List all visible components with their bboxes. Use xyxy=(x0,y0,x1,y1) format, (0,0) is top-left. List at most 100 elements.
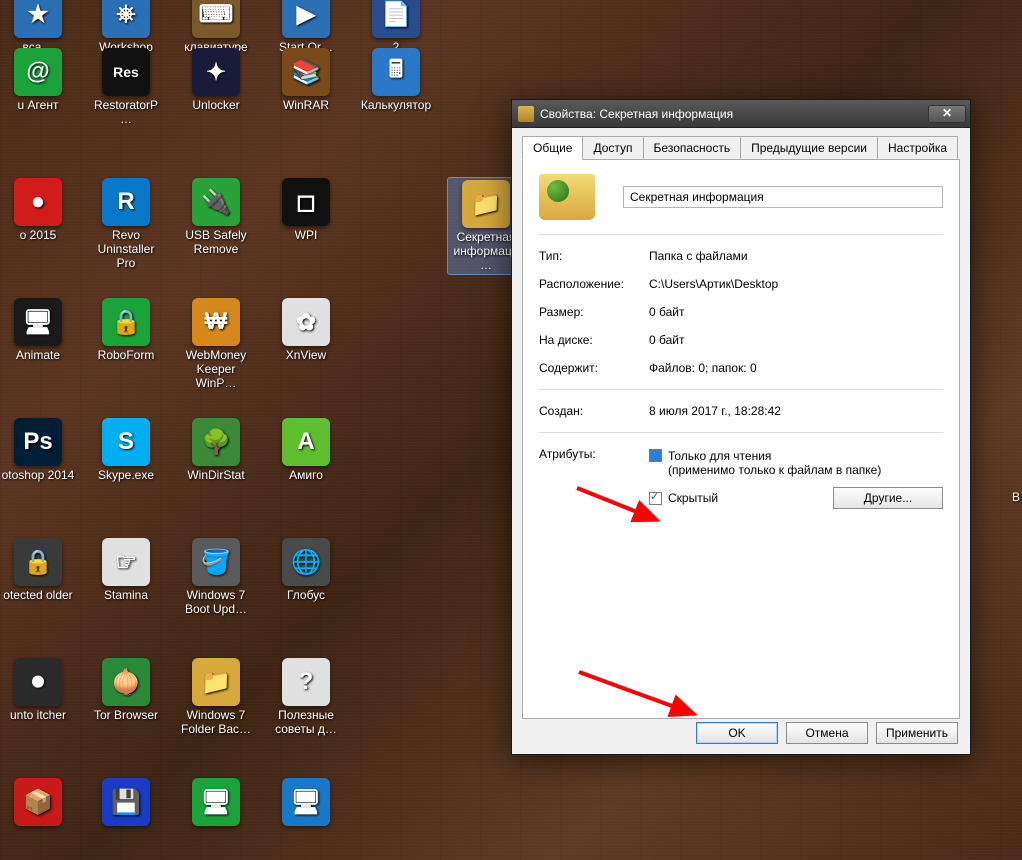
app-icon: ☞ xyxy=(102,538,150,586)
desktop-icon[interactable]: 📚WinRAR xyxy=(268,48,344,113)
label-contains: Содержит: xyxy=(539,361,649,375)
tab-strip: ОбщиеДоступБезопасностьПредыдущие версии… xyxy=(522,136,960,160)
label-location: Расположение: xyxy=(539,277,649,291)
app-icon: ★ xyxy=(14,0,62,38)
tab-4[interactable]: Настройка xyxy=(877,136,958,160)
desktop-icon[interactable]: ✿XnView xyxy=(268,298,344,363)
app-icon: ◻ xyxy=(282,178,330,226)
desktop-icon-label: Глобус xyxy=(268,589,344,603)
value-created: 8 июля 2017 г., 18:28:42 xyxy=(649,404,943,418)
folder-large-icon xyxy=(539,174,595,220)
desktop-icon[interactable]: ◻ WPI xyxy=(268,178,344,243)
desktop-icon[interactable]: AАмиго xyxy=(268,418,344,483)
app-icon: ⎈ xyxy=(102,0,150,38)
desktop-icon[interactable]: 📄2 xyxy=(358,0,434,55)
desktop-icon[interactable]: ●o 2015 xyxy=(0,178,76,243)
desktop-icon[interactable]: 📦 xyxy=(0,778,76,829)
desktop-icon[interactable]: 💾 xyxy=(88,778,164,829)
desktop-icon[interactable]: ✦ Unlocker xyxy=(178,48,254,113)
app-icon: 📄 xyxy=(372,0,420,38)
desktop-icon[interactable]: ₩WebMoney Keeper WinP… xyxy=(178,298,254,390)
cut-label-right: В xyxy=(1012,490,1020,504)
ok-button[interactable]: OK xyxy=(696,722,778,744)
label-readonly-sub: (применимо только к файлам в папке) xyxy=(668,463,881,477)
desktop-icon[interactable]: ResRestoratorP… xyxy=(88,48,164,127)
checkbox-hidden[interactable] xyxy=(649,492,662,505)
other-attributes-button[interactable]: Другие... xyxy=(833,487,943,509)
desktop-icon[interactable]: @u Агент xyxy=(0,48,76,113)
desktop-icon[interactable]: 🔒RoboForm xyxy=(88,298,164,363)
value-type: Папка с файлами xyxy=(649,249,943,263)
desktop-icon[interactable]: ☞Stamina xyxy=(88,538,164,603)
label-ondisk: На диске: xyxy=(539,333,649,347)
desktop-icon[interactable]: ▶Start Or… xyxy=(268,0,344,55)
properties-dialog: Свойства: Секретная информация ✕ ОбщиеДо… xyxy=(511,99,971,755)
desktop-icon[interactable]: ⎈Workshop xyxy=(88,0,164,55)
app-icon: ⏺ xyxy=(14,658,62,706)
app-icon: 📁 xyxy=(192,658,240,706)
apply-button[interactable]: Применить xyxy=(876,722,958,744)
desktop-icon[interactable]: 🪣Windows 7 Boot Upd… xyxy=(178,538,254,617)
desktop-icon[interactable]: 📁 Windows 7 Folder Bac… xyxy=(178,658,254,737)
app-icon: ▶ xyxy=(282,0,330,38)
app-icon: ₩ xyxy=(192,298,240,346)
app-icon: 🔒 xyxy=(102,298,150,346)
app-icon: 📦 xyxy=(14,778,62,826)
desktop-icon-label: Амиго xyxy=(268,469,344,483)
desktop-icon[interactable]: ★вса… xyxy=(0,0,76,55)
app-icon: ✿ xyxy=(282,298,330,346)
desktop-icon[interactable]: Psotoshop 2014 xyxy=(0,418,76,483)
value-location: C:\Users\Артик\Desktop xyxy=(649,277,943,291)
app-icon: ✦ xyxy=(192,48,240,96)
tab-2[interactable]: Безопасность xyxy=(643,136,742,160)
tab-3[interactable]: Предыдущие версии xyxy=(740,136,878,160)
desktop-icon-label: Полезные советы д… xyxy=(268,709,344,737)
desktop-icon[interactable]: 🖥 xyxy=(178,778,254,829)
desktop-icon[interactable]: ⏺ unto itcher xyxy=(0,658,76,723)
app-icon: R xyxy=(102,178,150,226)
app-icon: Res xyxy=(102,48,150,96)
desktop-icon[interactable]: 🖥Animate xyxy=(0,298,76,363)
label-size: Размер: xyxy=(539,305,649,319)
app-icon: 🌳 xyxy=(192,418,240,466)
app-icon: ● xyxy=(14,178,62,226)
desktop-icon[interactable]: 🧅 Tor Browser xyxy=(88,658,164,723)
desktop-icon-label: Tor Browser xyxy=(88,709,164,723)
label-created: Создан: xyxy=(539,404,649,418)
desktop-icon[interactable]: 🖥 xyxy=(268,778,344,829)
cancel-button[interactable]: Отмена xyxy=(786,722,868,744)
app-icon: 🧅 xyxy=(102,658,150,706)
desktop-icon[interactable]: SSkype.exe xyxy=(88,418,164,483)
value-size: 0 байт xyxy=(649,305,943,319)
app-icon: 🖥 xyxy=(14,298,62,346)
desktop-icon-label: USB Safely Remove xyxy=(178,229,254,257)
app-icon: 💾 xyxy=(102,778,150,826)
tab-1[interactable]: Доступ xyxy=(582,136,643,160)
desktop-icon[interactable]: RRevo Uninstaller Pro xyxy=(88,178,164,270)
desktop-icon-label: Windows 7 Folder Bac… xyxy=(178,709,254,737)
tab-0[interactable]: Общие xyxy=(522,136,583,160)
label-type: Тип: xyxy=(539,249,649,263)
desktop-icon-label: otoshop 2014 xyxy=(0,469,76,483)
desktop-icon[interactable]: 🌐 Глобус xyxy=(268,538,344,603)
desktop-icon[interactable]: 🔒otected older xyxy=(0,538,76,603)
desktop-icon-label: Skype.exe xyxy=(88,469,164,483)
desktop-icon[interactable]: 🌳WinDirStat xyxy=(178,418,254,483)
desktop-icon-label: WPI xyxy=(268,229,344,243)
folder-name-input[interactable] xyxy=(623,186,943,208)
desktop-icon-label: Unlocker xyxy=(178,99,254,113)
checkbox-readonly[interactable] xyxy=(649,449,662,462)
desktop-icon[interactable]: ⌨клавиатуре xyxy=(178,0,254,55)
app-icon: 🖩 xyxy=(372,48,420,96)
tab-panel-general: Тип:Папка с файлами Расположение:C:\User… xyxy=(522,159,960,719)
desktop-icon-label: unto itcher xyxy=(0,709,76,723)
app-icon: ? xyxy=(282,658,330,706)
desktop-icon[interactable]: ? Полезные советы д… xyxy=(268,658,344,737)
close-button[interactable]: ✕ xyxy=(928,105,966,123)
dialog-titlebar[interactable]: Свойства: Секретная информация ✕ xyxy=(512,100,970,128)
app-icon: 🌐 xyxy=(282,538,330,586)
label-hidden: Скрытый xyxy=(668,491,718,505)
desktop-icon[interactable]: 🖩Калькулятор xyxy=(358,48,434,113)
app-icon: 🔌 xyxy=(192,178,240,226)
desktop-icon[interactable]: 🔌 USB Safely Remove xyxy=(178,178,254,257)
